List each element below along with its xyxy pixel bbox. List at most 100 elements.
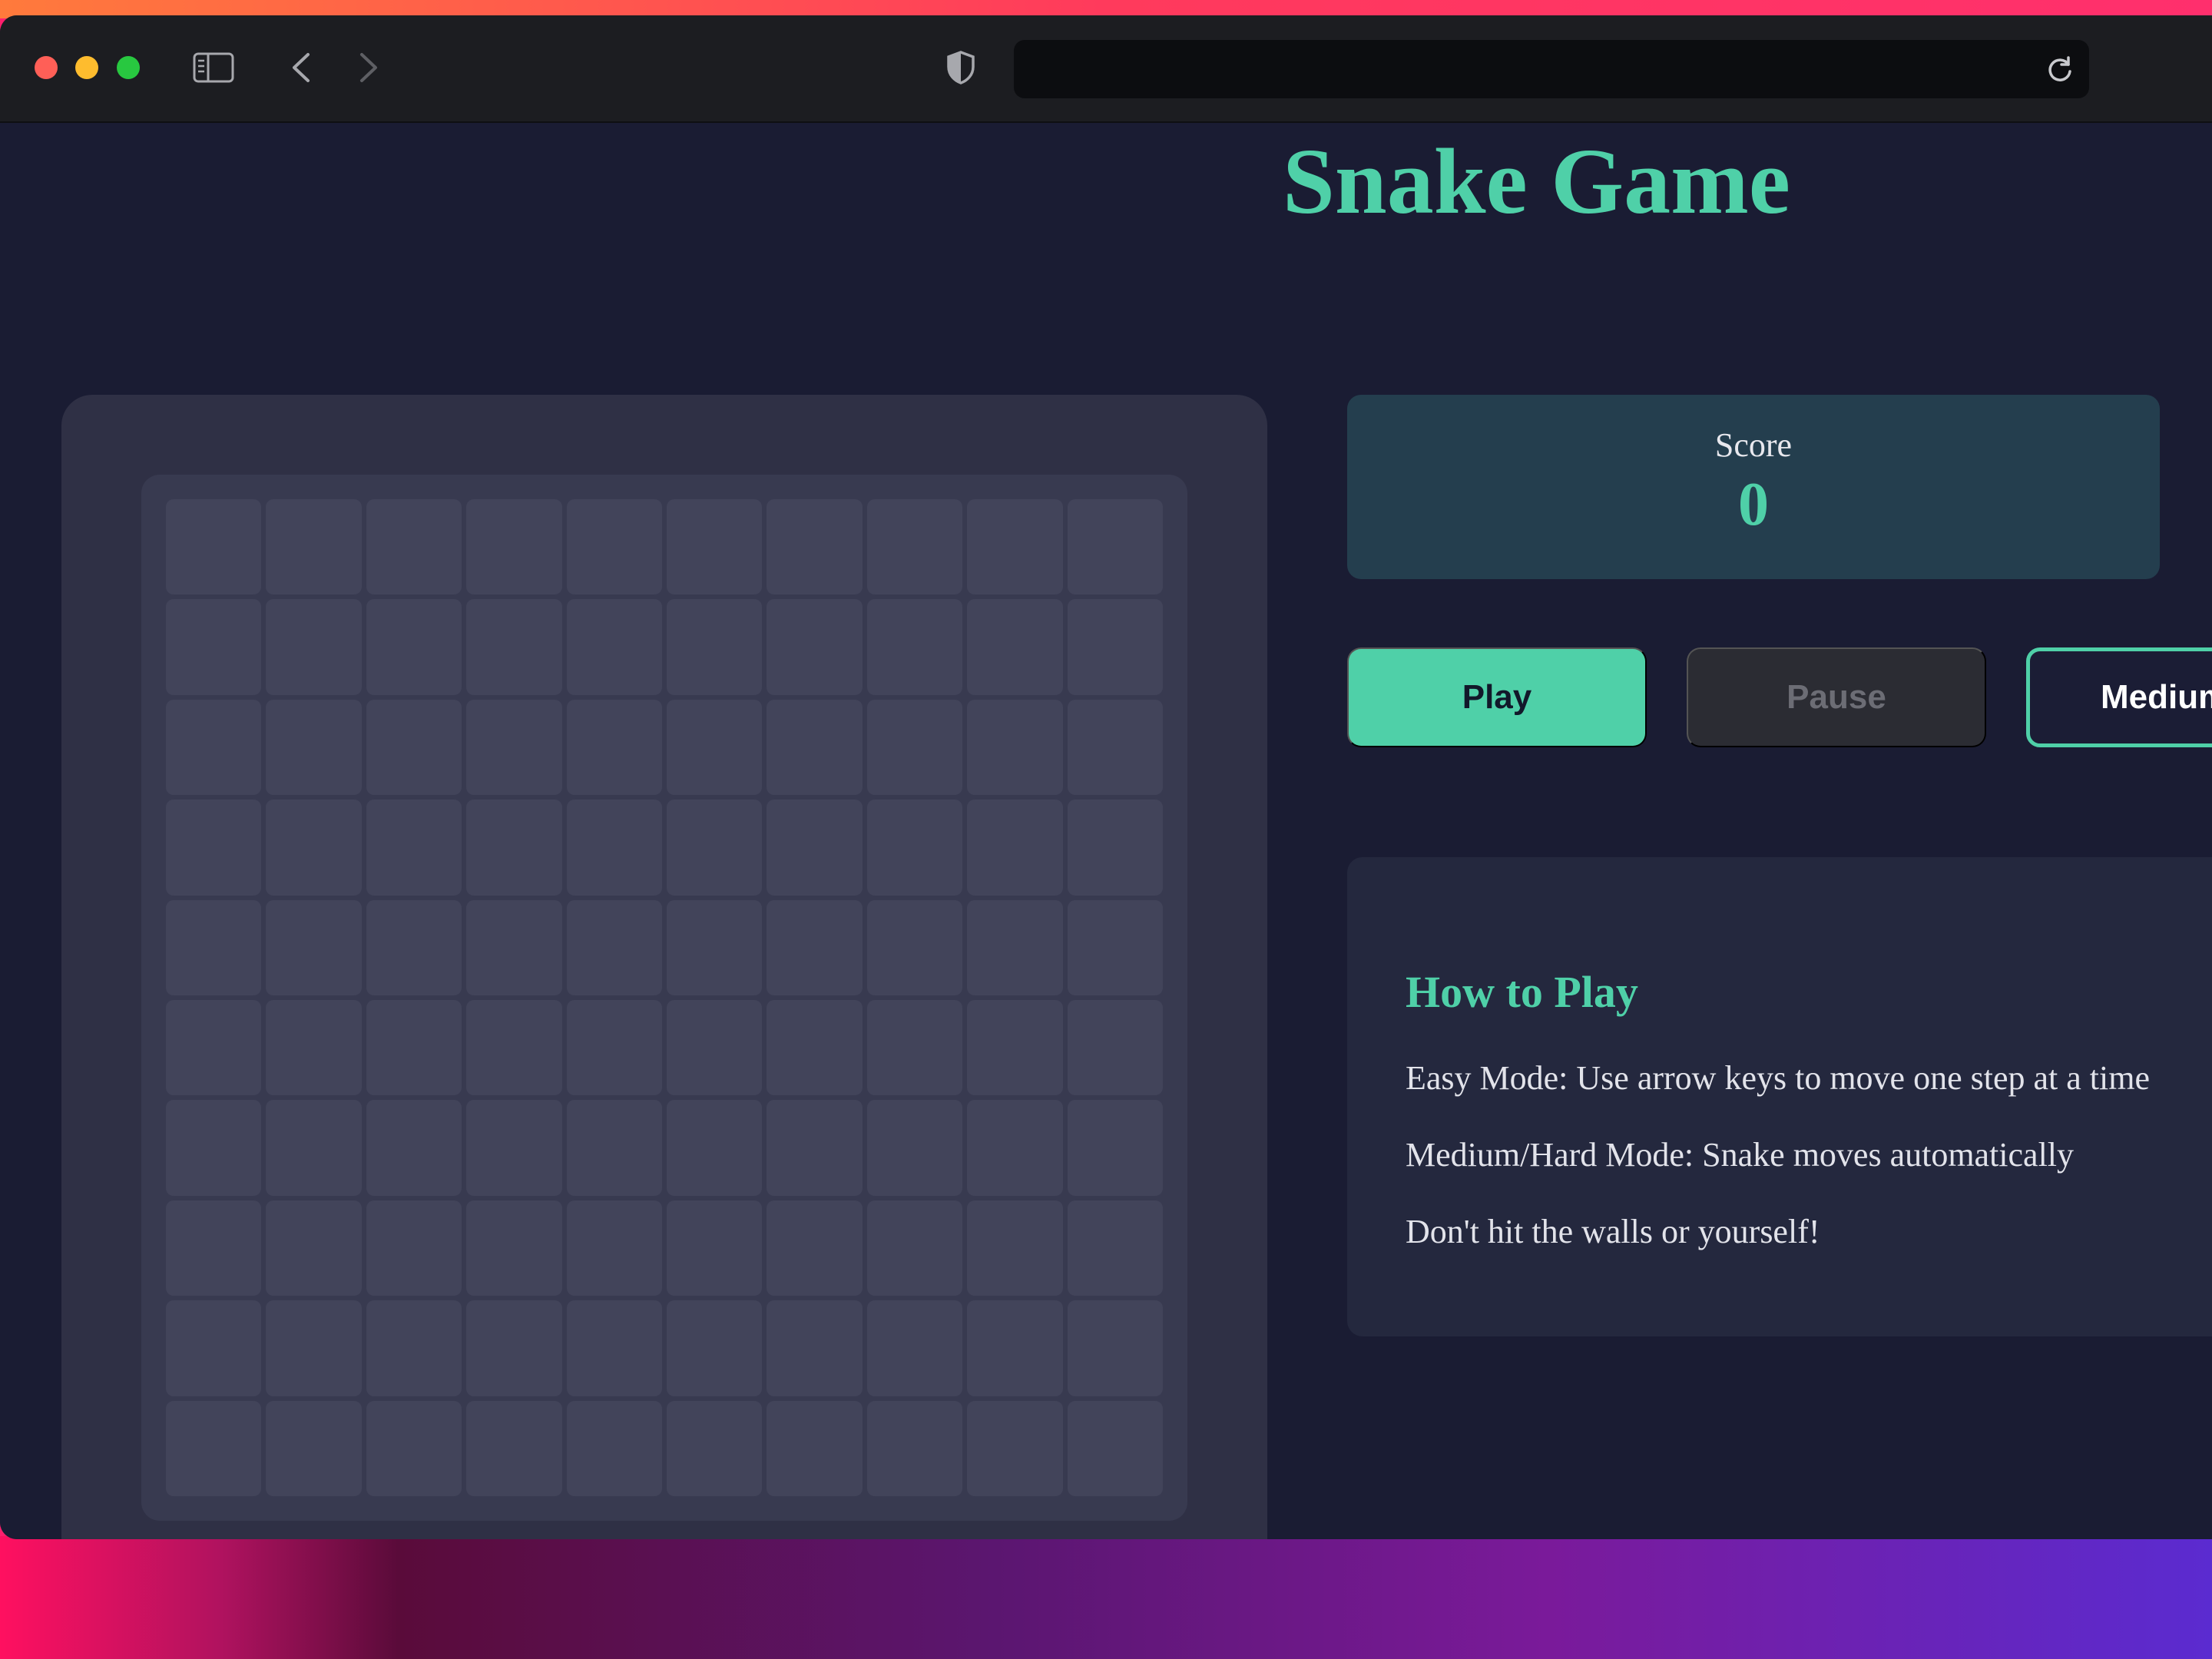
grid-cell	[266, 599, 362, 695]
grid-cell	[366, 1000, 462, 1096]
grid-cell	[566, 800, 662, 896]
grid-cell	[266, 1100, 362, 1196]
grid-cell	[266, 699, 362, 796]
grid-cell	[1067, 699, 1163, 796]
grid-cell	[466, 1100, 562, 1196]
minimize-window-button[interactable]	[75, 56, 98, 79]
grid-cell	[566, 499, 662, 595]
grid-cell	[1067, 1400, 1163, 1496]
grid-cell	[767, 1000, 863, 1096]
grid-cell	[866, 1100, 963, 1196]
grid-cell	[1067, 1100, 1163, 1196]
desktop-wallpaper	[0, 1536, 2212, 1659]
grid-cell	[667, 800, 763, 896]
grid-cell	[366, 800, 462, 896]
grid-cell	[866, 1300, 963, 1396]
grid-cell	[566, 599, 662, 695]
instruction-line: Easy Mode: Use arrow keys to move one st…	[1406, 1059, 2150, 1097]
grid-cell	[166, 1000, 262, 1096]
grid-cell	[266, 800, 362, 896]
grid-cell	[166, 1400, 262, 1496]
forward-icon[interactable]	[353, 49, 384, 86]
grid-cell	[166, 699, 262, 796]
grid-cell	[466, 1300, 562, 1396]
grid-cell	[967, 699, 1063, 796]
score-label: Score	[1714, 426, 1793, 464]
grid-cell	[767, 499, 863, 595]
grid-cell	[767, 599, 863, 695]
instruction-line: Medium/Hard Mode: Snake moves automatica…	[1406, 1136, 2075, 1174]
instruction-line: Don't hit the walls or yourself!	[1406, 1213, 1820, 1250]
score-panel: Score 0	[1347, 395, 2160, 579]
grid-cell	[366, 699, 462, 796]
grid-cell	[366, 599, 462, 695]
grid-cell	[266, 1400, 362, 1496]
grid-cell	[266, 1200, 362, 1296]
grid-cell	[1067, 899, 1163, 995]
grid-cell	[566, 899, 662, 995]
grid-cell	[967, 899, 1063, 995]
grid-cell	[1067, 1300, 1163, 1396]
grid-cell	[866, 699, 963, 796]
grid-cell	[466, 599, 562, 695]
reload-icon[interactable]	[2045, 54, 2075, 84]
grid-cell	[866, 800, 963, 896]
grid-cell	[967, 1300, 1063, 1396]
grid-cell	[566, 1000, 662, 1096]
address-bar[interactable]	[1014, 40, 2089, 98]
sidebar-icon[interactable]	[192, 49, 235, 86]
game-board[interactable]	[141, 475, 1187, 1521]
grid-cell	[667, 1100, 763, 1196]
grid-cell	[366, 1400, 462, 1496]
grid-cell	[166, 1100, 262, 1196]
pause-button[interactable]: Pause	[1687, 647, 1986, 747]
grid-cell	[466, 499, 562, 595]
grid-cell	[866, 1200, 963, 1296]
grid-cell	[166, 499, 262, 595]
grid-cell	[166, 899, 262, 995]
how-to-play-title: How to Play	[1406, 967, 1638, 1017]
grid-cell	[667, 899, 763, 995]
page-title: Snake Game	[1283, 130, 1790, 233]
grid-cell	[1067, 499, 1163, 595]
grid-cell	[967, 1400, 1063, 1496]
close-window-button[interactable]	[35, 56, 58, 79]
game-grid	[166, 499, 1163, 1496]
grid-cell	[466, 899, 562, 995]
grid-cell	[166, 1300, 262, 1396]
grid-cell	[767, 1200, 863, 1296]
game-board-frame	[61, 395, 1267, 1539]
grid-cell	[366, 499, 462, 595]
grid-cell	[166, 599, 262, 695]
grid-cell	[767, 899, 863, 995]
grid-cell	[667, 499, 763, 595]
page-content: Snake Game Score 0 Play Pause Medium How…	[0, 123, 2212, 1539]
grid-cell	[466, 800, 562, 896]
grid-cell	[767, 699, 863, 796]
grid-cell	[566, 699, 662, 796]
grid-cell	[866, 1400, 963, 1496]
difficulty-button[interactable]: Medium	[2026, 647, 2212, 747]
grid-cell	[866, 1000, 963, 1096]
grid-cell	[967, 599, 1063, 695]
grid-cell	[767, 1100, 863, 1196]
shield-icon[interactable]	[943, 49, 979, 86]
grid-cell	[1067, 599, 1163, 695]
grid-cell	[266, 1300, 362, 1396]
grid-cell	[166, 1200, 262, 1296]
grid-cell	[266, 499, 362, 595]
grid-cell	[866, 899, 963, 995]
grid-cell	[967, 800, 1063, 896]
grid-cell	[667, 699, 763, 796]
back-icon[interactable]	[286, 49, 316, 86]
grid-cell	[967, 1000, 1063, 1096]
play-button[interactable]: Play	[1347, 647, 1647, 747]
grid-cell	[366, 1200, 462, 1296]
grid-cell	[767, 800, 863, 896]
score-value: 0	[1738, 471, 1769, 538]
grid-cell	[366, 1100, 462, 1196]
zoom-window-button[interactable]	[117, 56, 140, 79]
grid-cell	[667, 1400, 763, 1496]
grid-cell	[566, 1300, 662, 1396]
grid-cell	[866, 499, 963, 595]
